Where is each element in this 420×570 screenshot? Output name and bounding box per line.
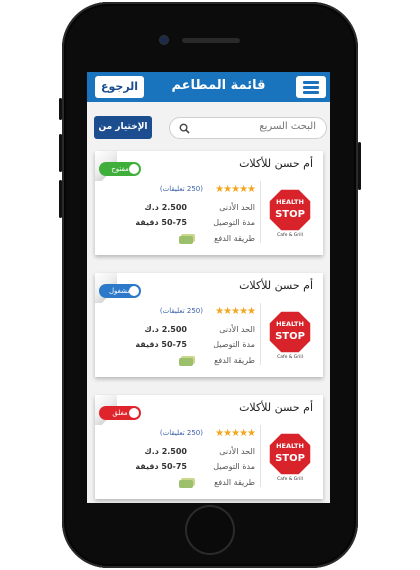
restaurant-name[interactable]: أم حسن للأكلات [239, 279, 313, 292]
volume-up-button [59, 134, 62, 172]
earpiece-speaker [182, 38, 240, 43]
payment-row: طريقة الدفع [214, 356, 255, 365]
search-bar[interactable] [169, 117, 327, 139]
back-button[interactable]: الرجوع [95, 76, 145, 98]
min-order-row: الحد الأدنى 2.500 د.ك [144, 325, 255, 334]
delivery-time-value: 50-75 دقيقة [135, 462, 187, 471]
min-order-label: الحد الأدنى [219, 203, 255, 212]
divider [260, 303, 261, 365]
min-order-row: الحد الأدنى 2.500 د.ك [144, 447, 255, 456]
status-icon [129, 408, 139, 418]
volume-down-button [59, 180, 62, 218]
status-icon [129, 164, 139, 174]
min-order-value: 2.500 د.ك [144, 325, 187, 334]
review-count[interactable]: (250 تعليقات) [160, 429, 203, 437]
logo-line1: HEALTH [276, 198, 304, 206]
cash-icon [179, 480, 193, 488]
cash-icon [179, 236, 193, 244]
status-label: مشغول [108, 287, 132, 295]
logo-line1: HEALTH [276, 320, 304, 328]
star-icon: ★★★★★ [215, 184, 256, 195]
status-label: مغلق [112, 409, 128, 417]
mute-switch [59, 98, 62, 120]
min-order-label: الحد الأدنى [219, 447, 255, 456]
search-input[interactable] [196, 121, 316, 132]
restaurant-card[interactable]: مفتوح أم حسن للأكلات HEALTH STOP Cafe & … [95, 151, 323, 255]
page-title: قائمة المطاعم [171, 78, 266, 93]
delivery-time-row: مدة التوصيل 50-75 دقيقة [135, 218, 255, 227]
payment-label: طريقة الدفع [214, 234, 255, 243]
home-button[interactable] [187, 507, 233, 553]
logo-line2: STOP [275, 331, 305, 342]
review-count[interactable]: (250 تعليقات) [160, 185, 203, 193]
status-badge: مغلق [99, 406, 141, 420]
delivery-time-row: مدة التوصيل 50-75 دقيقة [135, 340, 255, 349]
app-header: قائمة المطاعم الرجوع [87, 72, 330, 102]
restaurant-card[interactable]: مشغول أم حسن للأكلات HEALTH STOP Cafe & … [95, 273, 323, 377]
divider [260, 425, 261, 487]
delivery-time-value: 50-75 دقيقة [135, 340, 187, 349]
cash-icon [179, 358, 193, 366]
delivery-time-value: 50-75 دقيقة [135, 218, 187, 227]
min-order-value: 2.500 د.ك [144, 203, 187, 212]
min-order-row: الحد الأدنى 2.500 د.ك [144, 203, 255, 212]
restaurant-name[interactable]: أم حسن للأكلات [239, 157, 313, 170]
logo-line2: STOP [275, 209, 305, 220]
restaurant-logo: HEALTH STOP Cafe & Grill [269, 188, 311, 237]
status-icon [129, 286, 139, 296]
logo-line3: Cafe & Grill [277, 476, 303, 481]
payment-label: طريقة الدفع [214, 356, 255, 365]
star-icon: ★★★★★ [215, 428, 256, 439]
logo-line3: Cafe & Grill [277, 354, 303, 359]
logo-line1: HEALTH [276, 442, 304, 450]
review-count[interactable]: (250 تعليقات) [160, 307, 203, 315]
payment-row: طريقة الدفع [214, 234, 255, 243]
rating: ★★★★★ (250 تعليقات) [115, 306, 256, 318]
logo-line2: STOP [275, 453, 305, 464]
restaurant-name[interactable]: أم حسن للأكلات [239, 401, 313, 414]
delivery-time-row: مدة التوصيل 50-75 دقيقة [135, 462, 255, 471]
min-order-value: 2.500 د.ك [144, 447, 187, 456]
status-badge: مفتوح [99, 162, 141, 176]
rating: ★★★★★ (250 تعليقات) [115, 184, 256, 196]
status-badge: مشغول [99, 284, 141, 298]
filter-button[interactable]: الإختيار من [94, 116, 152, 139]
star-icon: ★★★★★ [215, 306, 256, 317]
logo-line3: Cafe & Grill [277, 232, 303, 237]
search-icon [179, 123, 190, 134]
menu-button[interactable] [296, 76, 326, 98]
restaurant-card[interactable]: مغلق أم حسن للأكلات HEALTH STOP Cafe & G… [95, 395, 323, 499]
delivery-time-label: مدة التوصيل [213, 462, 255, 471]
min-order-label: الحد الأدنى [219, 325, 255, 334]
payment-label: طريقة الدفع [214, 478, 255, 487]
delivery-time-label: مدة التوصيل [213, 218, 255, 227]
restaurant-logo: HEALTH STOP Cafe & Grill [269, 432, 311, 481]
divider [260, 181, 261, 243]
rating: ★★★★★ (250 تعليقات) [115, 428, 256, 440]
payment-row: طريقة الدفع [214, 478, 255, 487]
app-screen: قائمة المطاعم الرجوع الإختيار من مفتوح أ… [87, 72, 330, 503]
delivery-time-label: مدة التوصيل [213, 340, 255, 349]
front-camera [160, 36, 168, 44]
power-button [358, 142, 361, 190]
status-label: مفتوح [111, 165, 129, 173]
restaurant-logo: HEALTH STOP Cafe & Grill [269, 310, 311, 359]
